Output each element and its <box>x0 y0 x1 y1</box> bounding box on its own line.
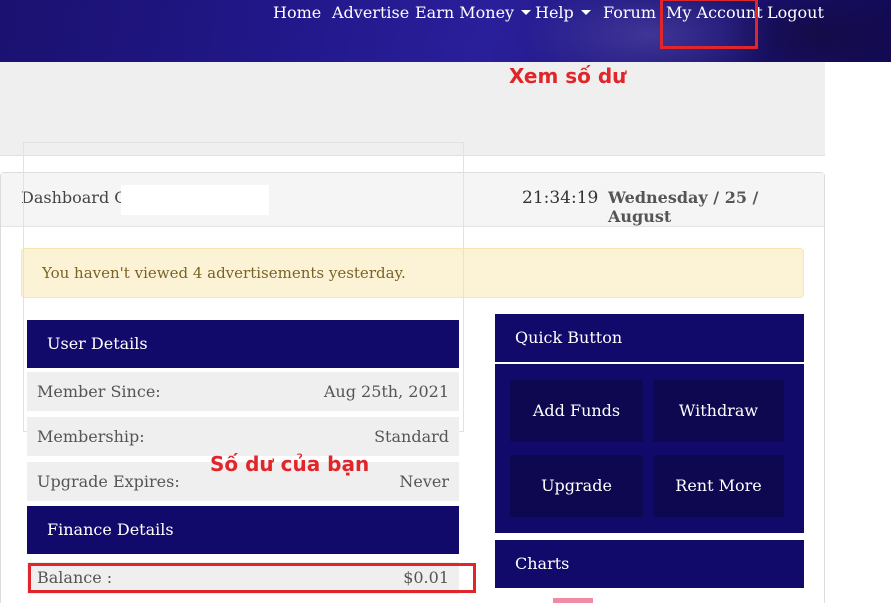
nav-help-label: Help <box>535 3 574 22</box>
finance-details-heading: Finance Details <box>27 506 459 554</box>
member-since-label: Member Since: <box>37 382 161 401</box>
my-account-highlight-box <box>660 0 758 49</box>
balance-highlight-box <box>28 563 476 593</box>
membership-label: Membership: <box>37 427 145 446</box>
current-date: Wednesday / 25 / August <box>608 188 759 226</box>
chevron-down-icon <box>521 10 532 15</box>
quick-button-panel: Add Funds Withdraw Upgrade Rent More <box>495 364 804 533</box>
nav-help[interactable]: Help <box>535 3 591 23</box>
member-since-value: Aug 25th, 2021 <box>323 382 449 401</box>
add-funds-button[interactable]: Add Funds <box>510 380 643 442</box>
nav-logout[interactable]: Logout <box>767 3 824 23</box>
upgrade-expires-label: Upgrade Expires: <box>37 472 180 491</box>
row-membership: Membership: Standard <box>27 417 459 456</box>
nav-earn-money[interactable]: Earn Money <box>415 3 532 23</box>
quick-button-heading: Quick Button <box>495 314 804 362</box>
user-details-heading: User Details <box>27 320 459 368</box>
withdraw-button[interactable]: Withdraw <box>653 380 784 442</box>
upgrade-expires-value: Never <box>399 472 449 491</box>
chart-legend-swatch <box>553 598 593 603</box>
clock-time: 21:34:19 <box>522 188 599 208</box>
upgrade-button[interactable]: Upgrade <box>510 455 643 517</box>
membership-value: Standard <box>374 427 449 446</box>
row-member-since: Member Since: Aug 25th, 2021 <box>27 372 459 411</box>
annotation-view-balance: Xem số dư <box>509 64 627 88</box>
nav-advertise[interactable]: Advertise <box>332 3 409 23</box>
nav-earn-money-label: Earn Money <box>415 3 515 22</box>
nav-forum[interactable]: Forum <box>603 3 656 23</box>
nav-home[interactable]: Home <box>273 3 321 23</box>
charts-heading: Charts <box>495 540 804 588</box>
annotation-your-balance: Số dư của bạn <box>210 452 370 476</box>
chevron-down-icon <box>580 10 591 15</box>
rent-more-button[interactable]: Rent More <box>653 455 784 517</box>
